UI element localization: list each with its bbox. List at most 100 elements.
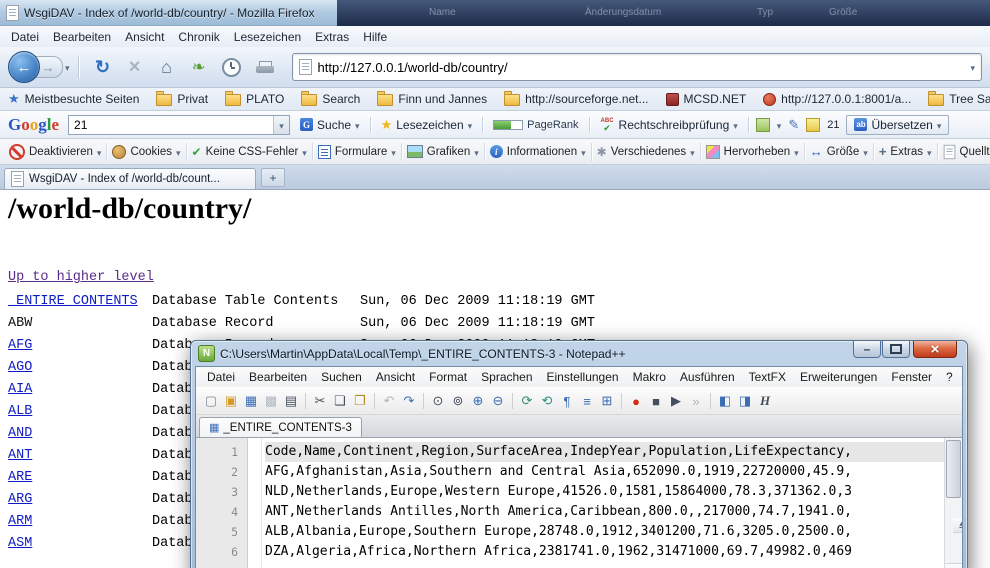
history-dropdown-icon[interactable]: [65, 58, 70, 76]
dev-verschiedenes[interactable]: Verschiedenes: [592, 143, 701, 161]
save-icon[interactable]: ▦: [242, 392, 260, 410]
url-input[interactable]: http://127.0.0.1/world-db/country/: [318, 60, 508, 75]
new-tab-button[interactable]: +: [261, 168, 285, 187]
pencil-icon[interactable]: [788, 116, 799, 134]
entry-link[interactable]: AND: [8, 426, 32, 441]
bookmark-plato[interactable]: PLATO: [225, 92, 284, 106]
feather-icon[interactable]: [187, 55, 211, 79]
npp-menu-makro[interactable]: Makro: [626, 370, 673, 384]
up-link[interactable]: Up to higher level: [8, 270, 154, 285]
menu-bearbeiten[interactable]: Bearbeiten: [46, 28, 118, 46]
dev-formulare[interactable]: Formulare: [313, 143, 402, 161]
editor-scrollbar[interactable]: [944, 438, 962, 568]
entry-link[interactable]: ALB: [8, 404, 32, 419]
scroll-down-icon[interactable]: [945, 563, 962, 568]
home-button[interactable]: [155, 55, 179, 79]
menu-lesezeichen[interactable]: Lesezeichen: [227, 28, 308, 46]
reload-button[interactable]: [91, 55, 115, 79]
google-search-box[interactable]: 21: [68, 115, 290, 135]
undo-icon[interactable]: ↶: [380, 392, 398, 410]
entry-link[interactable]: ASM: [8, 536, 32, 551]
menu-datei[interactable]: Datei: [4, 28, 46, 46]
entry-link[interactable]: ARE: [8, 470, 32, 485]
bookmark-127-0-0-1-8001[interactable]: http://127.0.0.1:8001/a...: [763, 92, 911, 106]
npp-menu-format[interactable]: Format: [422, 370, 474, 384]
tab-wsgidav[interactable]: WsgiDAV - Index of /world-db/count...: [4, 168, 256, 189]
html-preview-icon[interactable]: H: [756, 392, 774, 410]
editor-line[interactable]: AFG,Afghanistan,Asia,Southern and Centra…: [265, 462, 962, 482]
notepadpp-editor[interactable]: 1 2 3 4 5 6 Code,Name,Continent,Region,S…: [196, 438, 962, 568]
indent-guide-icon[interactable]: ⊞: [598, 392, 616, 410]
entry-link[interactable]: AFG: [8, 338, 32, 353]
find-icon[interactable]: ⊙: [429, 392, 447, 410]
entry-link[interactable]: ARM: [8, 514, 32, 529]
npp-menu-textfx[interactable]: TextFX: [742, 370, 793, 384]
bookmark-tree-samples[interactable]: Tree Samples: [928, 92, 990, 106]
print-icon[interactable]: ▤: [282, 392, 300, 410]
bookmark-meistbesuchte-seiten[interactable]: Meistbesuchte Seiten: [8, 91, 139, 107]
editor-line[interactable]: DZA,Algeria,Africa,Northern Africa,23817…: [265, 542, 962, 562]
minimize-button[interactable]: [853, 341, 881, 358]
autofill-dropdown-icon[interactable]: [777, 116, 782, 134]
npp-menu-einstellungen[interactable]: Einstellungen: [540, 370, 626, 384]
menu-hilfe[interactable]: Hilfe: [356, 28, 394, 46]
dev-quelltext[interactable]: Quellte: [938, 143, 990, 161]
maximize-button[interactable]: [882, 341, 910, 358]
dev-extras[interactable]: Extras: [874, 143, 938, 161]
doc-map-icon[interactable]: ◧: [716, 392, 734, 410]
copy-icon[interactable]: ❏: [331, 392, 349, 410]
macro-stop-icon[interactable]: ■: [647, 392, 665, 410]
dev-deaktivieren[interactable]: Deaktivieren: [4, 143, 107, 161]
spellcheck-button[interactable]: Rechtschreibprüfung: [597, 116, 741, 134]
function-list-icon[interactable]: ◨: [736, 392, 754, 410]
zoom-in-icon[interactable]: ⊕: [469, 392, 487, 410]
stop-button[interactable]: [123, 55, 147, 79]
search-dropdown-button[interactable]: [273, 116, 289, 134]
zoom-out-icon[interactable]: ⊖: [489, 392, 507, 410]
menu-extras[interactable]: Extras: [308, 28, 356, 46]
entry-link[interactable]: ARG: [8, 492, 32, 507]
macro-play-icon[interactable]: ▶: [667, 392, 685, 410]
npp-menu-fenster[interactable]: Fenster: [884, 370, 939, 384]
entry-link[interactable]: ANT: [8, 448, 32, 463]
back-button[interactable]: [8, 51, 40, 83]
print-icon[interactable]: [256, 61, 274, 74]
bookmark-sourceforge[interactable]: http://sourceforge.net...: [504, 92, 648, 106]
npp-tab-entire-contents[interactable]: _ENTIRE_CONTENTS-3: [199, 417, 362, 437]
macro-record-icon[interactable]: ●: [627, 392, 645, 410]
url-bar[interactable]: http://127.0.0.1/world-db/country/: [292, 53, 982, 81]
npp-menu-bearbeiten[interactable]: Bearbeiten: [242, 370, 314, 384]
npp-menu-datei[interactable]: Datei: [200, 370, 242, 384]
pagerank-indicator[interactable]: PageRank: [490, 117, 581, 133]
npp-menu-suchen[interactable]: Suchen: [314, 370, 369, 384]
editor-line[interactable]: Code,Name,Continent,Region,SurfaceArea,I…: [265, 442, 962, 462]
sync-horizontal-icon[interactable]: ⟲: [538, 392, 556, 410]
scroll-up-icon[interactable]: [953, 518, 962, 533]
dev-cookies[interactable]: Cookies: [107, 143, 186, 161]
dev-grafiken[interactable]: Grafiken: [402, 143, 485, 161]
highlighter-icon[interactable]: [806, 118, 820, 132]
show-symbols-icon[interactable]: ¶: [558, 392, 576, 410]
npp-menu-sprachen[interactable]: Sprachen: [474, 370, 539, 384]
npp-menu-ansicht[interactable]: Ansicht: [369, 370, 422, 384]
dev-informationen[interactable]: Informationen: [485, 143, 592, 161]
save-all-icon[interactable]: ▩: [262, 392, 280, 410]
history-clock-icon[interactable]: [222, 58, 241, 77]
entry-link[interactable]: AGO: [8, 360, 32, 375]
npp-menu-hilfe[interactable]: ?: [939, 370, 960, 384]
google-bookmarks-button[interactable]: Lesezeichen: [378, 115, 476, 135]
entry-link[interactable]: ABW: [8, 316, 32, 331]
scrollbar-thumb[interactable]: [946, 440, 961, 498]
menu-chronik[interactable]: Chronik: [171, 28, 226, 46]
paste-icon[interactable]: ❐: [351, 392, 369, 410]
dev-hervorheben[interactable]: Hervorheben: [701, 143, 805, 161]
editor-line[interactable]: ALB,Albania,Europe,Southern Europe,28748…: [265, 522, 962, 542]
bookmark-finn-und-jannes[interactable]: Finn und Jannes: [377, 92, 487, 106]
npp-menu-ausfuehren[interactable]: Ausführen: [673, 370, 742, 384]
cut-icon[interactable]: ✂: [311, 392, 329, 410]
google-search-input[interactable]: 21: [74, 118, 273, 132]
autofill-icon[interactable]: [756, 118, 770, 132]
editor-text[interactable]: Code,Name,Continent,Region,SurfaceArea,I…: [262, 438, 962, 568]
editor-line[interactable]: NLD,Netherlands,Europe,Western Europe,41…: [265, 482, 962, 502]
close-button[interactable]: [913, 341, 957, 358]
